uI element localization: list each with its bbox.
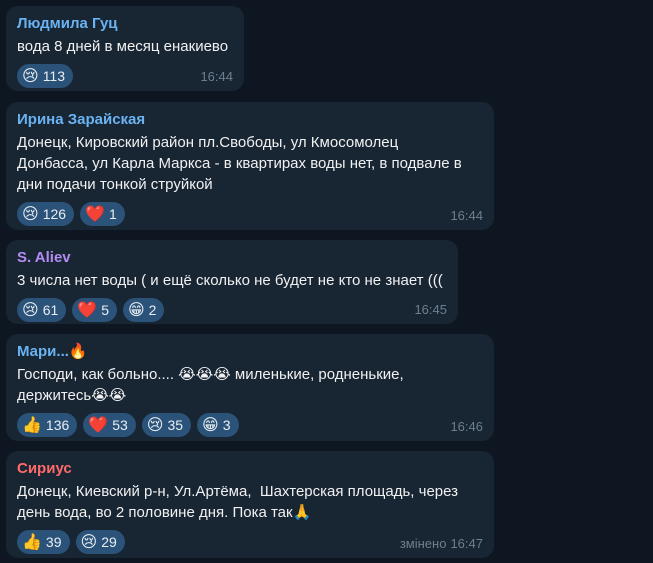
crying-face-icon: 😢: [80, 532, 98, 551]
reaction-count: 2: [148, 302, 157, 318]
reaction-count: 113: [42, 68, 66, 84]
message-author[interactable]: Сириус: [17, 460, 483, 478]
message-bubble[interactable]: Ирина Зарайская Донецк, Кировский район …: [6, 102, 494, 230]
message-time: 16:44: [200, 69, 233, 84]
reaction-button[interactable]: 😢 61: [17, 298, 67, 322]
message-bubble[interactable]: Людмила Гуц вода 8 дней в месяц енакиево…: [6, 6, 244, 91]
reaction-button[interactable]: 😢 35: [141, 413, 192, 437]
reaction-button[interactable]: 😢 126: [17, 202, 75, 226]
message-text: вода 8 дней в месяц енакиево: [17, 38, 229, 55]
reaction-count: 136: [45, 417, 70, 433]
reaction-count: 39: [45, 534, 62, 550]
message-text: Донецк, Киевский р-н, Ул.Артёма, Шахтерс…: [17, 483, 459, 521]
reaction-count: 126: [42, 206, 67, 222]
reaction-count: 5: [101, 302, 109, 318]
message-time: 16:44: [450, 208, 483, 223]
reactions-bar: 😢 126 ❤️ 1: [17, 202, 483, 226]
reaction-count: 53: [112, 417, 128, 433]
message-author[interactable]: Людмила Гуц: [17, 15, 233, 33]
crying-face-icon: 😢: [146, 415, 164, 434]
heart-icon: ❤️: [77, 300, 98, 319]
reactions-bar: 😢 61 ❤️ 5 😁 2: [17, 298, 447, 322]
reaction-count: 3: [222, 417, 231, 433]
chat-history: Людмила Гуц вода 8 дней в месяц енакиево…: [0, 0, 653, 563]
reaction-button[interactable]: 👍 39: [17, 530, 70, 554]
reaction-button[interactable]: 😢 29: [75, 530, 125, 554]
heart-icon: ❤️: [88, 415, 109, 434]
thumbs-up-icon: 👍: [22, 532, 42, 551]
grinning-face-icon: 😁: [202, 415, 219, 434]
reaction-button[interactable]: 😢 113: [17, 64, 74, 88]
grinning-face-icon: 😁: [127, 300, 145, 319]
reaction-button[interactable]: 😁 3: [197, 413, 239, 437]
reactions-bar: 👍 136 ❤️ 53 😢 35 😁 3: [17, 413, 483, 437]
crying-face-icon: 😢: [22, 204, 39, 223]
reaction-count: 61: [42, 302, 59, 318]
thumbs-up-icon: 👍: [22, 415, 42, 434]
reaction-button[interactable]: ❤️ 5: [72, 298, 117, 322]
reaction-button[interactable]: 👍 136: [17, 413, 78, 437]
reaction-count: 1: [108, 206, 117, 222]
message-time: 16:45: [414, 302, 447, 317]
reaction-button[interactable]: 😁 2: [122, 298, 165, 322]
heart-icon: ❤️: [85, 204, 105, 223]
crying-face-icon: 😢: [22, 66, 39, 85]
message-text: Господи, как больно.... 😭😭😭 миленькие, р…: [17, 366, 404, 404]
message-time-value: 16:47: [450, 536, 483, 551]
message-author[interactable]: S. Aliev: [17, 249, 447, 267]
message-bubble[interactable]: Мари...🔥 Господи, как больно.... 😭😭😭 мил…: [6, 334, 494, 441]
reaction-button[interactable]: ❤️ 1: [80, 202, 125, 226]
crying-face-icon: 😢: [22, 300, 39, 319]
message-bubble[interactable]: S. Aliev 3 числа нет воды ( и ещё скольк…: [6, 240, 458, 324]
message-author[interactable]: Ирина Зарайская: [17, 111, 483, 129]
reaction-button[interactable]: ❤️ 53: [83, 413, 136, 437]
message-text: Донецк, Кировский район пл.Свободы, ул К…: [17, 134, 462, 193]
message-time: 16:46: [450, 419, 483, 434]
message-text: 3 числа нет воды ( и ещё сколько не буде…: [17, 272, 443, 289]
reaction-count: 35: [167, 417, 184, 433]
edited-label: змінено: [399, 536, 447, 551]
message-bubble[interactable]: Сириус Донецк, Киевский р-н, Ул.Артёма, …: [6, 451, 494, 558]
message-time: змінено 16:47: [400, 536, 483, 551]
message-author[interactable]: Мари...🔥: [17, 343, 483, 361]
reaction-count: 29: [101, 534, 117, 550]
